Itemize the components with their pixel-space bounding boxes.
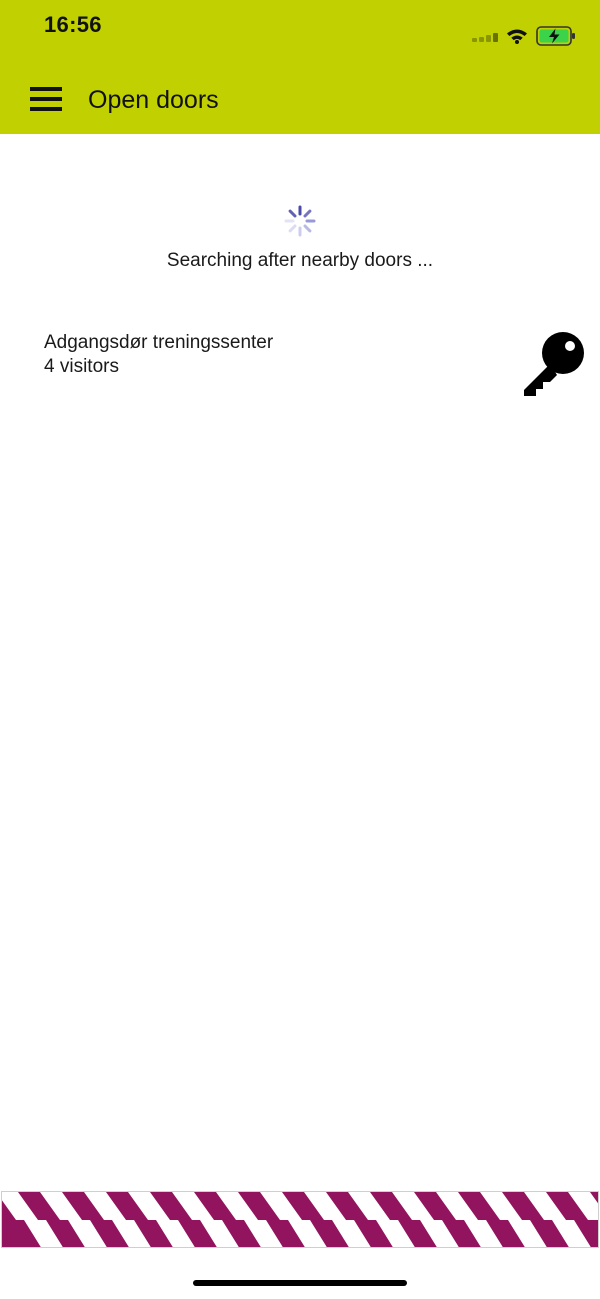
page-title: Open doors — [88, 86, 219, 114]
app-header: 16:56 Open doors — [0, 0, 600, 134]
door-name: Adgangsdør treningssenter — [44, 332, 274, 353]
wifi-icon — [507, 29, 527, 44]
signal-icon — [472, 30, 498, 42]
door-list-item[interactable]: Adgangsdør treningssenter 4 visitors — [0, 326, 600, 406]
menu-button[interactable] — [30, 86, 62, 112]
loading-spinner-icon — [284, 205, 316, 237]
hamburger-menu-icon — [30, 87, 62, 111]
search-status-text: Searching after nearby doors ... — [166, 250, 434, 271]
stripe-pattern — [2, 1192, 598, 1247]
battery-charging-icon — [536, 26, 575, 46]
door-visitors: 4 visitors — [44, 356, 119, 377]
key-icon — [524, 332, 584, 396]
status-time: 16:56 — [44, 12, 102, 37]
home-indicator[interactable] — [193, 1280, 407, 1286]
status-icons — [472, 24, 576, 48]
open-door-button[interactable] — [518, 328, 588, 398]
footer-banner — [1, 1191, 599, 1248]
